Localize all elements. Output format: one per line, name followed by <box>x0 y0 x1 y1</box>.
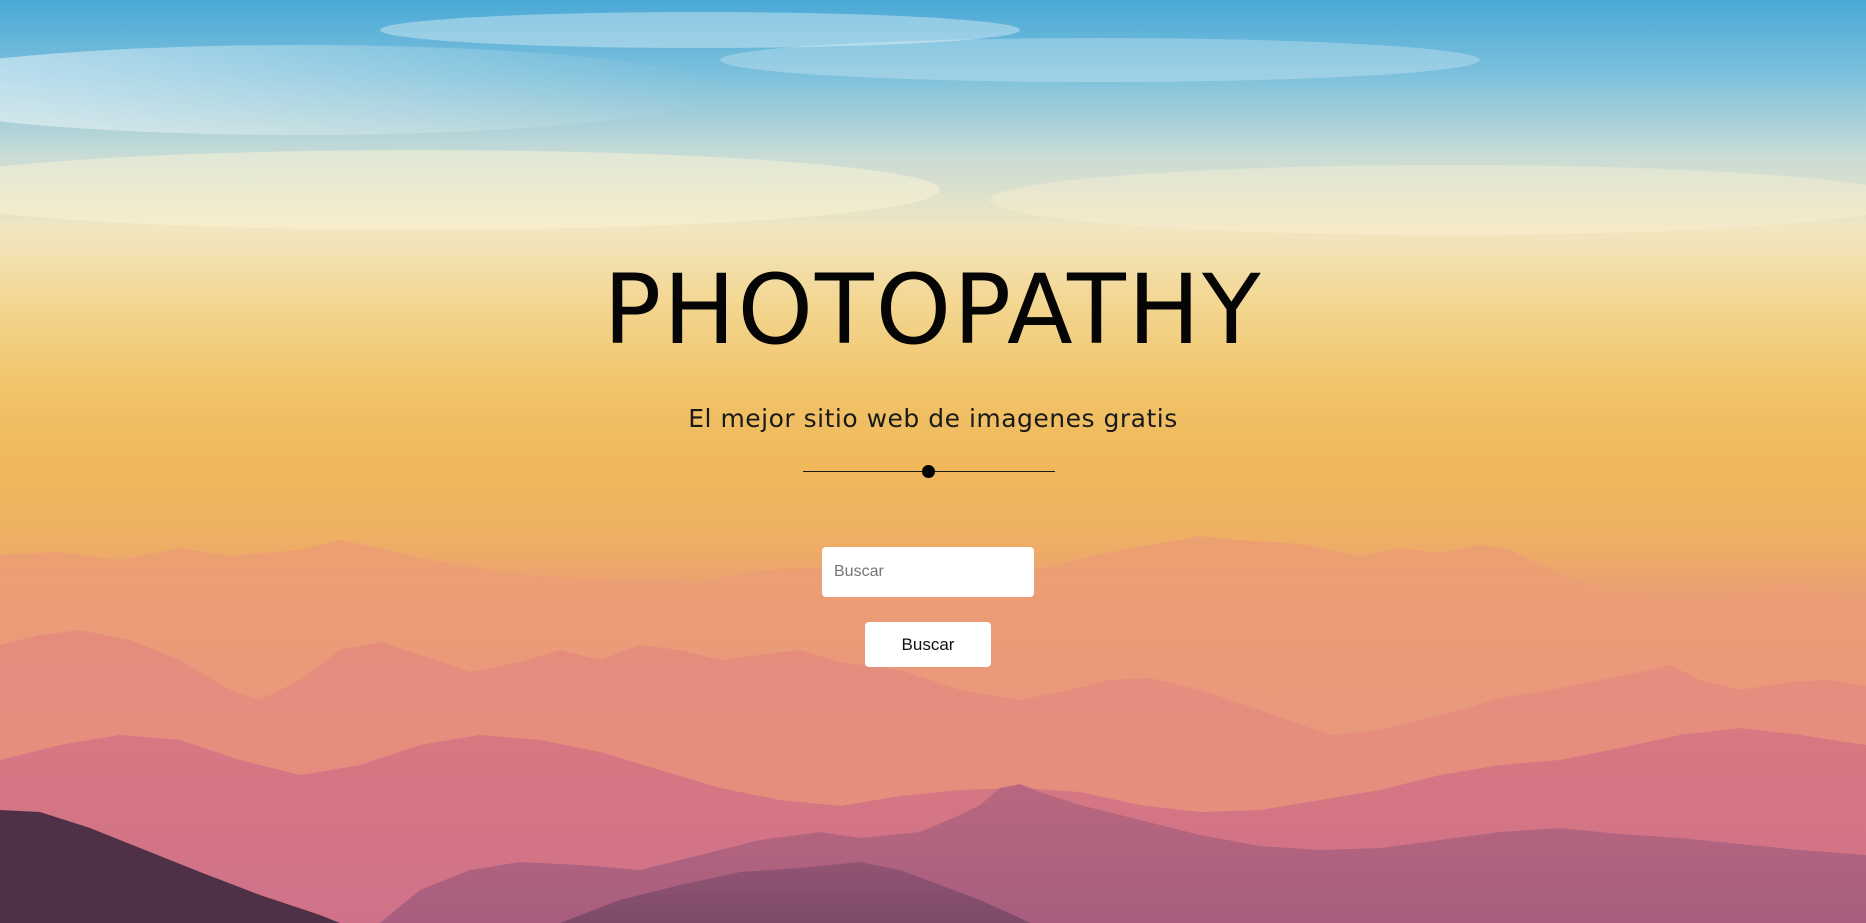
site-title: PHOTOPATHY <box>603 254 1263 366</box>
divider-dot <box>922 465 935 478</box>
search-button[interactable]: Buscar <box>865 622 991 667</box>
search-input[interactable] <box>822 547 1034 597</box>
site-tagline: El mejor sitio web de imagenes gratis <box>688 404 1178 433</box>
hero-content: PHOTOPATHY El mejor sitio web de imagene… <box>0 0 1866 923</box>
